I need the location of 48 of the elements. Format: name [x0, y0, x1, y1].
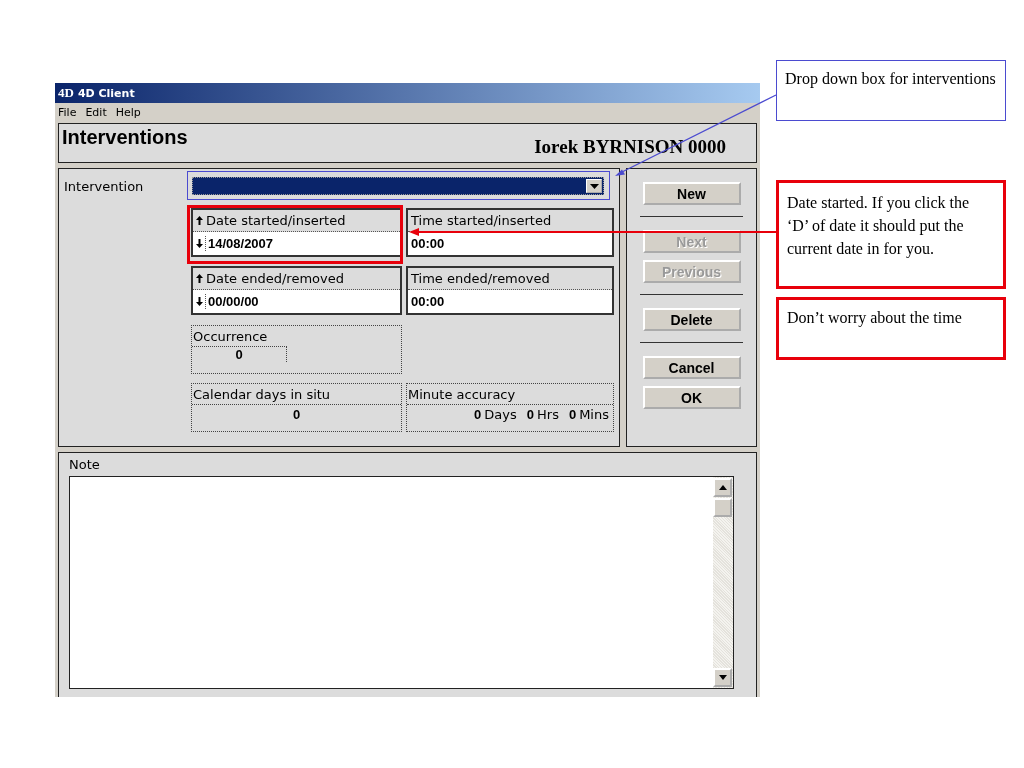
time-field[interactable]: Time started/inserted 00:00 — [406, 208, 614, 257]
field-value: 00/00/00 — [205, 294, 259, 309]
action-button[interactable]: OK — [642, 386, 741, 409]
field-value: 00:00 — [411, 294, 445, 309]
app-logo: 4D — [58, 85, 74, 101]
action-button[interactable]: Delete — [642, 308, 741, 331]
arrow-up-icon[interactable] — [196, 216, 203, 225]
field-label: Time started/inserted — [411, 213, 552, 228]
window-title: 4D Client — [77, 86, 135, 100]
scrollbar[interactable] — [713, 477, 733, 688]
field-label: Date ended/removed — [206, 271, 344, 286]
callout-note: Date started. If you click the ‘D’ of date it should put the current date in for you. — [776, 180, 1006, 289]
field-label: Time ended/removed — [411, 271, 550, 286]
arrow-down-icon[interactable] — [196, 297, 203, 306]
callout-note: Don’t worry about the time — [776, 297, 1006, 360]
field-value: 14/08/2007 — [205, 236, 274, 251]
field-value: 0 — [291, 406, 302, 422]
field-value: 0 — [526, 407, 534, 422]
unit-label: Hrs — [537, 407, 559, 422]
callout-note: Drop down box for interventions — [776, 60, 1006, 121]
field-label: Intervention — [64, 178, 145, 194]
action-button[interactable]: Cancel — [642, 356, 741, 379]
field-value: 0 — [474, 407, 482, 422]
unit-label: Mins — [579, 407, 609, 422]
arrow-down-icon[interactable] — [196, 239, 203, 248]
action-button[interactable]: New — [642, 182, 741, 205]
menu-item[interactable]: Edit — [85, 105, 107, 119]
menu-item[interactable]: Help — [115, 105, 141, 119]
field-label: Date started/inserted — [206, 213, 346, 228]
menu-item[interactable]: File — [58, 105, 77, 119]
form-title: Interventions — [62, 126, 188, 149]
scroll-up-icon[interactable] — [713, 478, 732, 497]
field-label: Minute accuracy — [407, 384, 613, 405]
intervention-dropdown[interactable] — [192, 177, 604, 195]
unit-label: Days — [484, 407, 517, 422]
field-label: Occurrence — [192, 328, 269, 346]
date-field[interactable]: Date ended/removed 00/00/00 — [191, 266, 402, 315]
date-field[interactable]: Date started/inserted 14/08/2007 — [191, 208, 402, 257]
note-field[interactable] — [69, 476, 734, 689]
scroll-thumb[interactable] — [713, 498, 732, 517]
field-label: Note — [69, 457, 101, 474]
field-value: 0 — [192, 346, 287, 362]
field-value: 0 — [568, 407, 577, 422]
arrow-up-icon[interactable] — [196, 274, 203, 283]
field-value: 00:00 — [411, 236, 445, 251]
field-label: Calendar days in situ — [192, 384, 401, 405]
time-field[interactable]: Time ended/removed 00:00 — [406, 266, 614, 315]
scroll-down-icon[interactable] — [713, 668, 732, 687]
